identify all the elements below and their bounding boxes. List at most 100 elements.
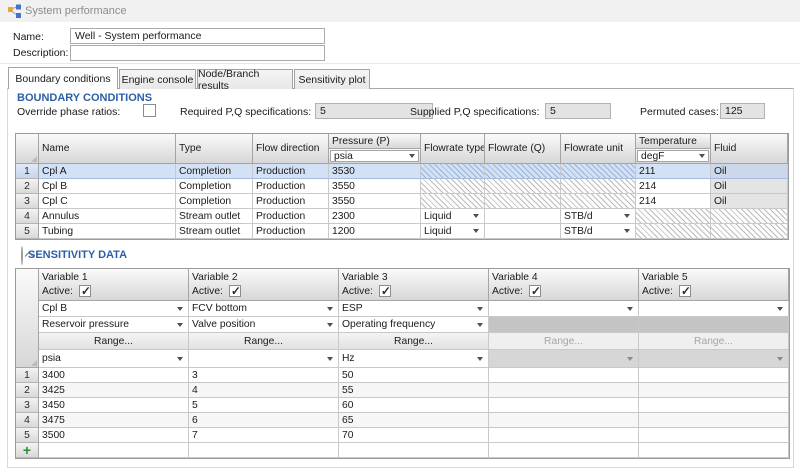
bc-type-cell[interactable]: Completion xyxy=(176,164,253,179)
sd-property-combo[interactable]: Operating frequency xyxy=(339,317,489,333)
sd-empty-cell[interactable] xyxy=(489,443,639,458)
active-checkbox[interactable] xyxy=(529,285,541,297)
sd-property-combo[interactable]: Valve position xyxy=(189,317,339,333)
sd-value-cell[interactable] xyxy=(639,368,789,383)
sd-value-cell[interactable]: 3475 xyxy=(39,413,189,428)
sd-object-combo[interactable]: ESP xyxy=(339,301,489,317)
tab-node-branch-results[interactable]: Node/Branch results xyxy=(197,69,293,89)
bc-flow-direction-cell[interactable]: Production xyxy=(253,209,329,224)
sd-value-cell[interactable] xyxy=(639,383,789,398)
sd-property-combo[interactable]: Reservoir pressure xyxy=(39,317,189,333)
bc-flow-direction-cell[interactable]: Production xyxy=(253,179,329,194)
sd-object-combo[interactable] xyxy=(639,301,789,317)
bc-flow-direction-cell[interactable]: Production xyxy=(253,164,329,179)
sd-value-cell[interactable] xyxy=(489,398,639,413)
active-checkbox[interactable] xyxy=(679,285,691,297)
bc-flowrate-q-cell[interactable] xyxy=(485,224,561,239)
bc-name-cell[interactable]: Cpl B xyxy=(39,179,176,194)
bc-flow-direction-cell[interactable]: Production xyxy=(253,194,329,209)
bc-pressure-cell[interactable]: 3550 xyxy=(329,179,421,194)
bc-flowrate-unit-combo[interactable]: STB/d xyxy=(561,224,636,239)
bc-pressure-cell[interactable]: 3530 xyxy=(329,164,421,179)
sd-value-cell[interactable] xyxy=(489,413,639,428)
bc-temperature-cell[interactable]: 211 xyxy=(636,164,711,179)
tab-boundary-conditions[interactable]: Boundary conditions xyxy=(8,67,118,89)
bc-pressure-cell[interactable]: 2300 xyxy=(329,209,421,224)
sd-row-number[interactable]: 3 xyxy=(16,398,39,413)
sd-value-cell[interactable] xyxy=(489,383,639,398)
sd-row-number[interactable]: 5 xyxy=(16,428,39,443)
bc-row-number[interactable]: 2 xyxy=(16,179,39,194)
divider xyxy=(0,63,800,64)
range-button[interactable]: Range... xyxy=(39,333,189,350)
bc-type-cell[interactable]: Stream outlet xyxy=(176,224,253,239)
add-row-button[interactable]: + xyxy=(16,443,39,458)
sd-value-cell[interactable]: 3450 xyxy=(39,398,189,413)
sd-value-cell[interactable]: 4 xyxy=(189,383,339,398)
sd-unit-combo[interactable]: psia xyxy=(39,350,189,368)
sd-unit-combo[interactable]: Hz xyxy=(339,350,489,368)
bc-row-number[interactable]: 1 xyxy=(16,164,39,179)
sd-empty-cell[interactable] xyxy=(339,443,489,458)
sd-value-cell[interactable] xyxy=(489,428,639,443)
bc-flowrate-type-combo[interactable]: Liquid xyxy=(421,209,485,224)
override-phase-ratios-checkbox[interactable] xyxy=(143,104,156,117)
bc-name-cell[interactable]: Annulus xyxy=(39,209,176,224)
sd-value-cell[interactable] xyxy=(639,428,789,443)
sd-empty-cell[interactable] xyxy=(39,443,189,458)
range-button[interactable]: Range... xyxy=(339,333,489,350)
sd-row-number[interactable]: 1 xyxy=(16,368,39,383)
sd-value-cell[interactable]: 3400 xyxy=(39,368,189,383)
sd-value-cell[interactable]: 7 xyxy=(189,428,339,443)
sd-row-number[interactable]: 2 xyxy=(16,383,39,398)
bc-name-cell[interactable]: Cpl C xyxy=(39,194,176,209)
sd-value-cell[interactable]: 3500 xyxy=(39,428,189,443)
sd-value-cell[interactable]: 55 xyxy=(339,383,489,398)
chevron-up-icon[interactable] xyxy=(21,246,23,265)
active-checkbox[interactable] xyxy=(79,285,91,297)
active-checkbox[interactable] xyxy=(379,285,391,297)
bc-name-cell[interactable]: Tubing xyxy=(39,224,176,239)
sd-value-cell[interactable] xyxy=(639,398,789,413)
sd-object-combo[interactable]: Cpl B xyxy=(39,301,189,317)
sd-value-cell[interactable]: 5 xyxy=(189,398,339,413)
bc-name-cell[interactable]: Cpl A xyxy=(39,164,176,179)
sd-unit-combo[interactable] xyxy=(189,350,339,368)
bc-flowrate-q-cell[interactable] xyxy=(485,209,561,224)
tab-sensitivity-plot[interactable]: Sensitivity plot xyxy=(294,69,370,89)
bc-flowrate-type-combo[interactable]: Liquid xyxy=(421,224,485,239)
sd-empty-cell[interactable] xyxy=(639,443,789,458)
sd-object-combo[interactable]: FCV bottom xyxy=(189,301,339,317)
tab-engine-console[interactable]: Engine console xyxy=(119,69,196,89)
description-input[interactable] xyxy=(70,45,325,61)
bc-row-number[interactable]: 3 xyxy=(16,194,39,209)
sd-value-cell[interactable]: 50 xyxy=(339,368,489,383)
sd-value-cell[interactable]: 3 xyxy=(189,368,339,383)
sd-value-cell[interactable] xyxy=(639,413,789,428)
bc-temperature-cell[interactable]: 214 xyxy=(636,194,711,209)
name-input[interactable]: Well - System performance xyxy=(70,28,325,44)
bc-flow-direction-cell[interactable]: Production xyxy=(253,224,329,239)
sd-value-cell[interactable]: 3425 xyxy=(39,383,189,398)
sd-value-cell[interactable]: 70 xyxy=(339,428,489,443)
bc-pressure-cell[interactable]: 1200 xyxy=(329,224,421,239)
active-checkbox[interactable] xyxy=(229,285,241,297)
range-button[interactable]: Range... xyxy=(189,333,339,350)
bc-type-cell[interactable]: Completion xyxy=(176,194,253,209)
sd-object-combo[interactable] xyxy=(489,301,639,317)
sd-value-cell[interactable]: 6 xyxy=(189,413,339,428)
sd-empty-cell[interactable] xyxy=(189,443,339,458)
bc-temperature-cell[interactable]: 214 xyxy=(636,179,711,194)
sd-value-cell[interactable]: 60 xyxy=(339,398,489,413)
bc-row-number[interactable]: 5 xyxy=(16,224,39,239)
sd-value-cell[interactable]: 65 xyxy=(339,413,489,428)
pressure-unit-combo[interactable]: psia xyxy=(330,150,419,162)
sd-value-cell[interactable] xyxy=(489,368,639,383)
bc-type-cell[interactable]: Stream outlet xyxy=(176,209,253,224)
bc-pressure-cell[interactable]: 3550 xyxy=(329,194,421,209)
bc-row-number[interactable]: 4 xyxy=(16,209,39,224)
bc-flowrate-unit-combo[interactable]: STB/d xyxy=(561,209,636,224)
bc-type-cell[interactable]: Completion xyxy=(176,179,253,194)
sd-row-number[interactable]: 4 xyxy=(16,413,39,428)
temperature-unit-combo[interactable]: degF xyxy=(637,150,709,162)
